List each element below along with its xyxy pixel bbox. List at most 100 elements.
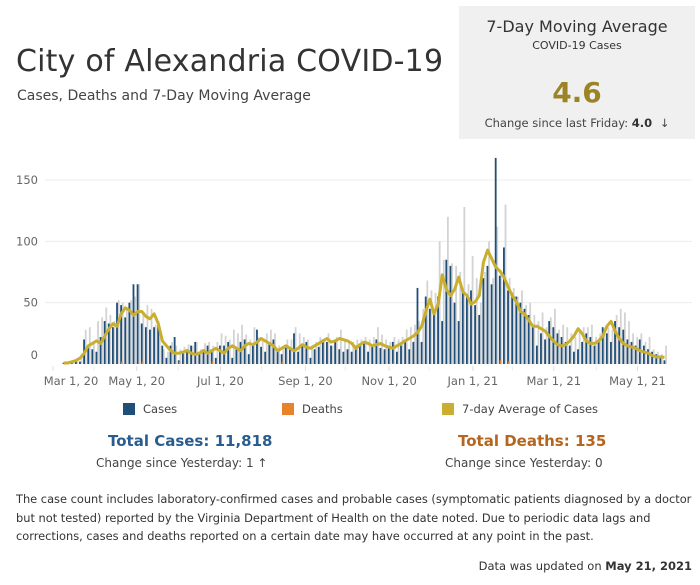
case-bar[interactable] — [503, 247, 505, 364]
case-bar[interactable] — [149, 329, 151, 364]
death-bar[interactable] — [178, 361, 181, 364]
case-bar[interactable] — [465, 296, 468, 364]
case-bar[interactable] — [379, 348, 382, 364]
case-bar[interactable] — [330, 345, 332, 364]
case-bar[interactable] — [659, 357, 662, 364]
case-bar[interactable] — [412, 341, 415, 364]
case-bar[interactable] — [552, 327, 555, 364]
death-bar[interactable] — [211, 361, 214, 364]
case-bar[interactable] — [626, 339, 629, 364]
death-bar[interactable] — [507, 361, 510, 364]
case-bar[interactable] — [453, 302, 456, 364]
case-bar[interactable] — [408, 349, 411, 364]
case-bar[interactable] — [605, 333, 608, 364]
case-bar[interactable] — [622, 329, 625, 364]
case-bar[interactable] — [478, 314, 481, 364]
death-bar[interactable] — [281, 361, 284, 364]
case-bar[interactable] — [326, 341, 328, 364]
case-bar[interactable] — [593, 345, 596, 364]
case-bar[interactable] — [642, 345, 645, 364]
case-bar[interactable] — [317, 346, 320, 364]
case-bar[interactable] — [391, 341, 394, 364]
case-bar[interactable] — [630, 341, 633, 364]
case-bar[interactable] — [346, 349, 349, 364]
case-bar[interactable] — [663, 360, 666, 364]
case-bar[interactable] — [396, 351, 398, 364]
case-bar[interactable] — [153, 327, 155, 364]
case-bar[interactable] — [223, 345, 225, 364]
case-bar[interactable] — [371, 345, 374, 364]
case-bar[interactable] — [272, 339, 275, 364]
case-bar[interactable] — [338, 349, 341, 364]
case-bar[interactable] — [445, 259, 448, 364]
case-bar[interactable] — [297, 351, 300, 364]
case-bar[interactable] — [589, 337, 592, 364]
case-bar[interactable] — [363, 341, 365, 364]
case-bar[interactable] — [214, 357, 217, 364]
case-bar[interactable] — [243, 339, 246, 364]
case-bar[interactable] — [231, 357, 234, 364]
case-bar[interactable] — [540, 333, 542, 364]
case-bar[interactable] — [367, 351, 369, 364]
case-bar[interactable] — [235, 348, 238, 364]
case-bar[interactable] — [95, 351, 98, 364]
case-bar[interactable] — [251, 345, 254, 364]
case-bar[interactable] — [597, 339, 600, 364]
case-bar[interactable] — [498, 275, 501, 364]
case-bar[interactable] — [239, 341, 242, 364]
case-bar[interactable] — [577, 349, 579, 364]
case-bar[interactable] — [358, 345, 361, 364]
case-bar[interactable] — [511, 292, 514, 364]
case-bar[interactable] — [227, 341, 230, 364]
case-bar[interactable] — [284, 345, 287, 364]
case-bar[interactable] — [301, 345, 304, 364]
case-bar[interactable] — [610, 341, 612, 364]
case-bar[interactable] — [416, 287, 419, 364]
case-bar[interactable] — [136, 284, 139, 364]
case-bar[interactable] — [441, 321, 444, 364]
case-bar[interactable] — [144, 327, 147, 364]
case-bar[interactable] — [264, 351, 267, 364]
case-bar[interactable] — [173, 337, 176, 364]
case-bar[interactable] — [482, 278, 485, 364]
case-bar[interactable] — [548, 321, 551, 364]
case-bar[interactable] — [334, 339, 337, 364]
case-bar[interactable] — [568, 345, 571, 364]
case-bar[interactable] — [161, 345, 164, 364]
case-bar[interactable] — [124, 317, 127, 364]
case-bar[interactable] — [91, 349, 94, 364]
case-bar[interactable] — [400, 345, 402, 364]
legend-item-average[interactable]: 7-day Average of Cases — [442, 402, 598, 416]
case-bar[interactable] — [219, 345, 221, 364]
case-bar[interactable] — [474, 305, 477, 364]
case-bar[interactable] — [260, 346, 262, 364]
case-bar[interactable] — [581, 341, 584, 364]
case-bar[interactable] — [572, 351, 575, 364]
case-bar[interactable] — [140, 323, 143, 364]
death-bar[interactable] — [499, 360, 502, 364]
case-bar[interactable] — [206, 345, 209, 364]
case-bar[interactable] — [103, 321, 106, 364]
case-bar[interactable] — [457, 321, 460, 364]
case-bar[interactable] — [531, 327, 534, 364]
case-bar[interactable] — [313, 349, 316, 364]
death-bar[interactable] — [121, 361, 123, 364]
case-bar[interactable] — [111, 327, 114, 364]
case-bar[interactable] — [556, 333, 559, 364]
case-bar[interactable] — [132, 284, 135, 364]
case-bar[interactable] — [428, 308, 431, 364]
case-bar[interactable] — [433, 314, 435, 364]
case-bar[interactable] — [404, 339, 407, 364]
case-bar[interactable] — [350, 351, 353, 364]
case-bar[interactable] — [461, 290, 464, 364]
legend-item-deaths[interactable]: Deaths — [282, 402, 343, 416]
case-bar[interactable] — [494, 157, 497, 364]
case-bar[interactable] — [490, 284, 493, 364]
case-bar[interactable] — [256, 329, 258, 364]
case-bar[interactable] — [321, 339, 324, 364]
case-bar[interactable] — [383, 349, 386, 364]
case-bar[interactable] — [342, 351, 345, 364]
case-bar[interactable] — [288, 349, 291, 364]
death-bar[interactable] — [569, 362, 572, 364]
case-bar[interactable] — [116, 302, 118, 364]
